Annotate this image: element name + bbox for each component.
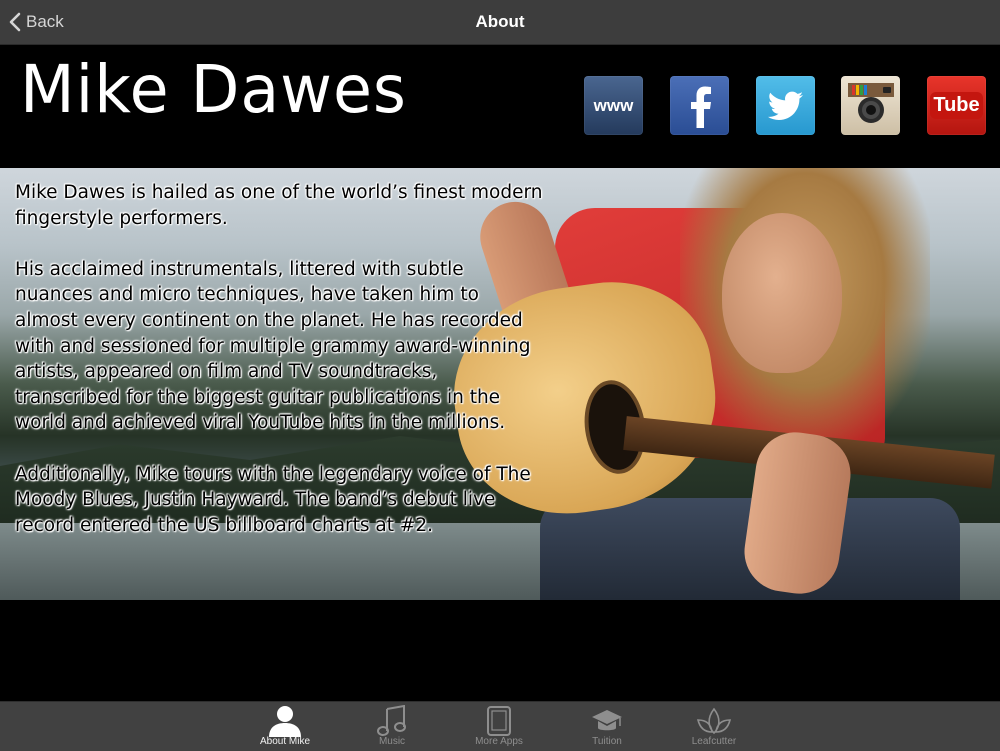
facebook-button[interactable] — [670, 76, 729, 135]
bio-paragraph-1: Mike Dawes is hailed as one of the world… — [15, 182, 543, 229]
tab-tuition[interactable]: Tuition — [562, 702, 652, 751]
navigation-bar: Back About — [0, 0, 1000, 45]
facebook-icon — [690, 86, 711, 128]
bio-paragraph-3: Additionally, Mike tours with the legend… — [15, 463, 531, 536]
instagram-button[interactable] — [841, 76, 900, 135]
tab-music[interactable]: Music — [347, 702, 437, 751]
person-icon — [269, 706, 301, 737]
twitter-icon — [767, 91, 803, 120]
tab-about-mike[interactable]: About Mike — [240, 702, 330, 751]
bio-paragraph-2: His acclaimed instrumentals, littered wi… — [15, 258, 531, 434]
graduation-cap-icon — [592, 710, 622, 731]
biography-text: Mike Dawes is hailed as one of the world… — [15, 180, 545, 564]
tab-leafcutter[interactable]: Leafcutter — [669, 702, 759, 751]
page-title: About — [475, 12, 525, 31]
tab-more-apps[interactable]: More Apps — [454, 702, 544, 751]
tab-label: Leafcutter — [691, 736, 737, 747]
header-banner: Mike Dawes www Tube — [0, 45, 1000, 168]
leaf-icon — [696, 707, 732, 735]
performer-face — [722, 213, 842, 373]
tab-label: About Mike — [259, 736, 311, 747]
back-label: Back — [26, 12, 64, 31]
tab-label: Music — [378, 736, 406, 747]
twitter-button[interactable] — [756, 76, 815, 135]
tablet-icon — [487, 706, 511, 736]
tab-bar: About Mike Music More Apps Tuition Leafc… — [0, 701, 1000, 751]
back-button[interactable]: Back — [8, 0, 64, 44]
instagram-icon — [847, 82, 894, 123]
tab-label: Tuition — [592, 736, 622, 747]
youtube-icon: Tube — [930, 92, 983, 119]
music-note-icon — [377, 705, 406, 736]
tab-label: More Apps — [475, 736, 523, 747]
www-icon: www — [593, 95, 634, 115]
artist-logo: Mike Dawes — [20, 51, 407, 128]
website-button[interactable]: www — [584, 76, 643, 135]
youtube-button[interactable]: Tube — [927, 76, 986, 135]
chevron-left-icon — [9, 12, 21, 32]
